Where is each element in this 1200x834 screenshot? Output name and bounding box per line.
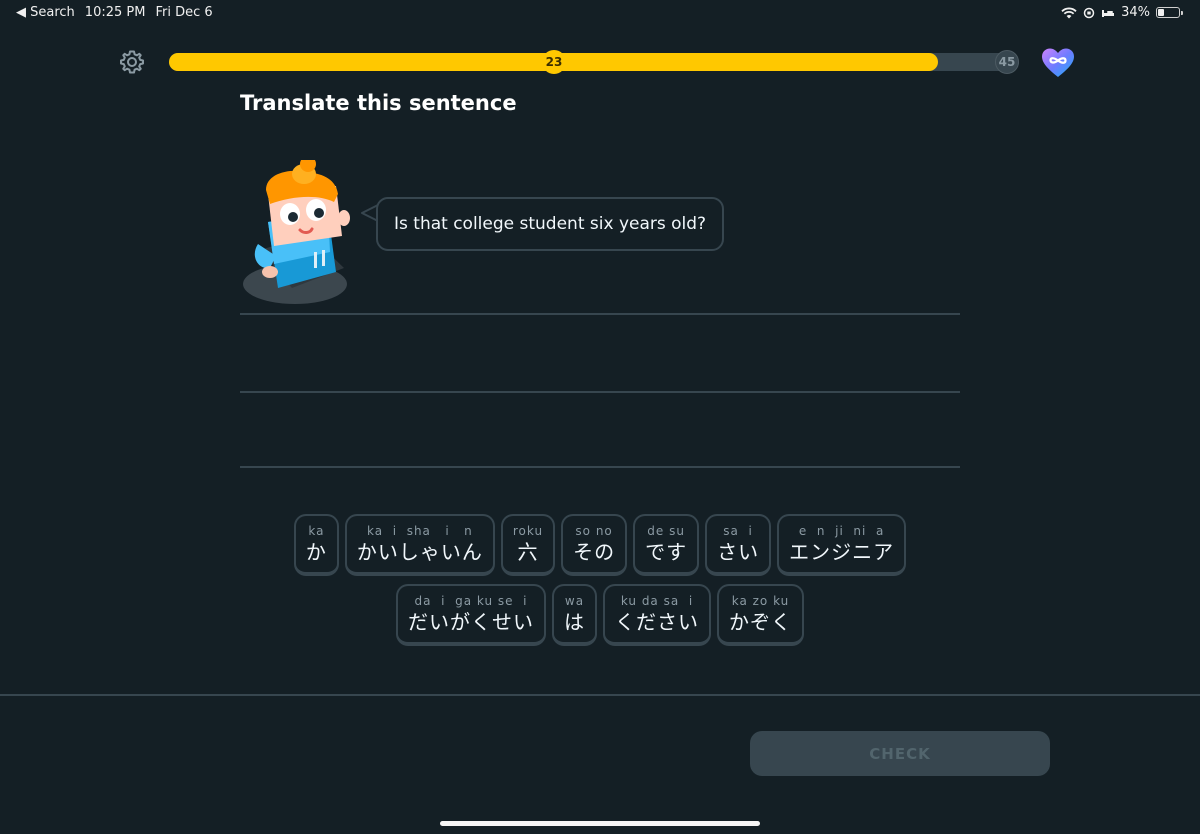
battery-fill [1158,9,1164,16]
word-tile-romaji: de su [647,524,685,538]
word-tile-kana: エンジニア [789,540,895,564]
word-tile[interactable]: e n ji ni a エンジニア [777,514,907,576]
gear-icon[interactable] [119,49,145,75]
word-tile[interactable]: ka i sha i n かいしゃいん [344,514,495,576]
footer-divider [0,694,1200,696]
word-tile-romaji: e n ji ni a [798,524,885,538]
word-tile-kana: か [305,540,327,564]
battery-percent: 34% [1121,5,1150,20]
lesson-progress-bar: 23 45 [169,50,1019,74]
back-to-search-link[interactable]: ◀ Search [16,5,75,20]
home-indicator[interactable] [440,821,760,826]
word-tile-romaji: ku da sa i [620,594,694,608]
word-tile[interactable]: da i ga ku se i だいがくせい [396,584,546,646]
word-bank-row: ka か ka i sha i n かいしゃいん roku 六 so no その de su です… [240,514,960,576]
character-avatar [243,160,350,304]
word-tile-kana: さい [717,540,760,564]
word-tile[interactable]: so no その [561,514,628,576]
word-tile[interactable]: ka か [293,514,339,576]
word-tile-romaji: roku [512,524,544,538]
page-title: Translate this sentence [240,91,517,115]
progress-current-count: 23 [542,50,566,74]
word-tile[interactable]: roku 六 [500,514,556,576]
answer-line[interactable] [240,313,960,315]
word-tile-romaji: sa i [723,524,753,538]
word-tile[interactable]: sa i さい [705,514,772,576]
word-tile[interactable]: ku da sa i ください [603,584,711,646]
word-tile-kana: 六 [517,540,539,564]
word-tile-kana: かぞく [729,610,792,634]
status-date: Fri Dec 6 [155,5,213,20]
prompt-speech-bubble: Is that college student six years old? [376,197,725,251]
word-tile-romaji: so no [575,524,613,538]
status-bar: ◀ Search 10:25 PM Fri Dec 6 34% [0,0,1200,24]
word-tile[interactable]: ka zo ku かぞく [717,584,804,646]
word-tile-kana: その [573,540,616,564]
infinity-heart-icon[interactable] [1040,47,1076,79]
word-tile-kana: かいしゃいん [356,540,483,564]
answer-line[interactable] [240,391,960,393]
word-tile-kana: だいがくせい [408,610,534,634]
word-tile-romaji: ka [308,524,325,538]
word-tile-romaji: da i ga ku se i [414,594,528,608]
word-tile[interactable]: wa は [552,584,597,646]
word-tile-kana: です [645,540,688,564]
word-tile-romaji: wa [564,594,585,608]
sleep-bed-icon [1102,9,1115,17]
orientation-lock-icon [1083,7,1095,18]
check-button[interactable]: CHECK [750,731,1050,776]
word-bank: ka か ka i sha i n かいしゃいん roku 六 so no その de su です… [240,514,960,654]
wifi-icon [1061,7,1077,18]
status-time: 10:25 PM [84,5,146,20]
word-tile-kana: は [564,610,585,634]
word-tile[interactable]: de su です [633,514,700,576]
prompt-sentence: Is that college student six years old? [394,214,707,234]
battery-icon [1156,7,1183,18]
answer-line[interactable] [240,466,960,468]
word-tile-romaji: ka i sha i n [367,524,473,538]
word-tile-romaji: ka zo ku [731,594,790,608]
word-tile-kana: ください [615,610,699,634]
progress-total-count: 45 [995,50,1019,74]
word-bank-row: da i ga ku se i だいがくせい wa は ku da sa i ください ka… [240,584,960,646]
